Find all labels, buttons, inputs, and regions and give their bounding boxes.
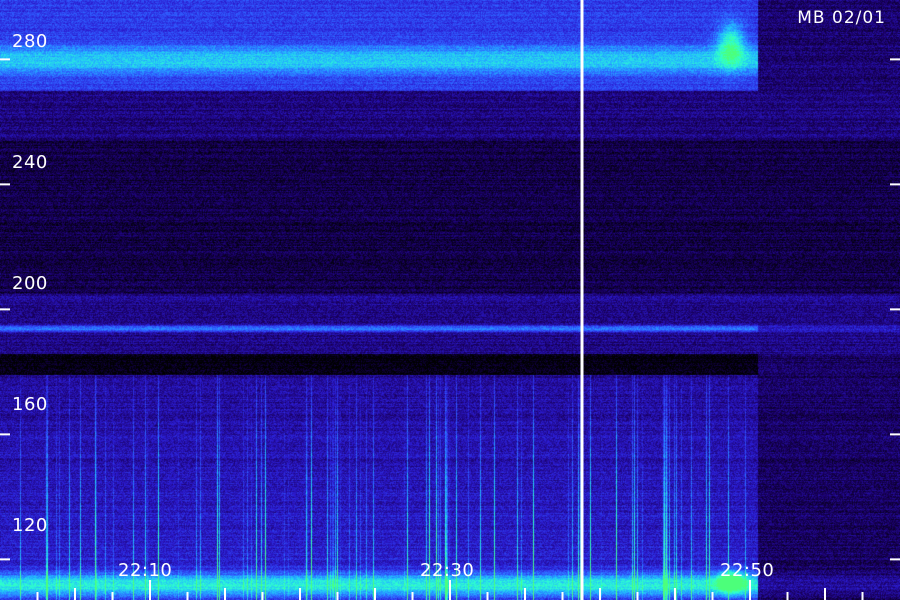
axes-overlay [0,0,900,600]
